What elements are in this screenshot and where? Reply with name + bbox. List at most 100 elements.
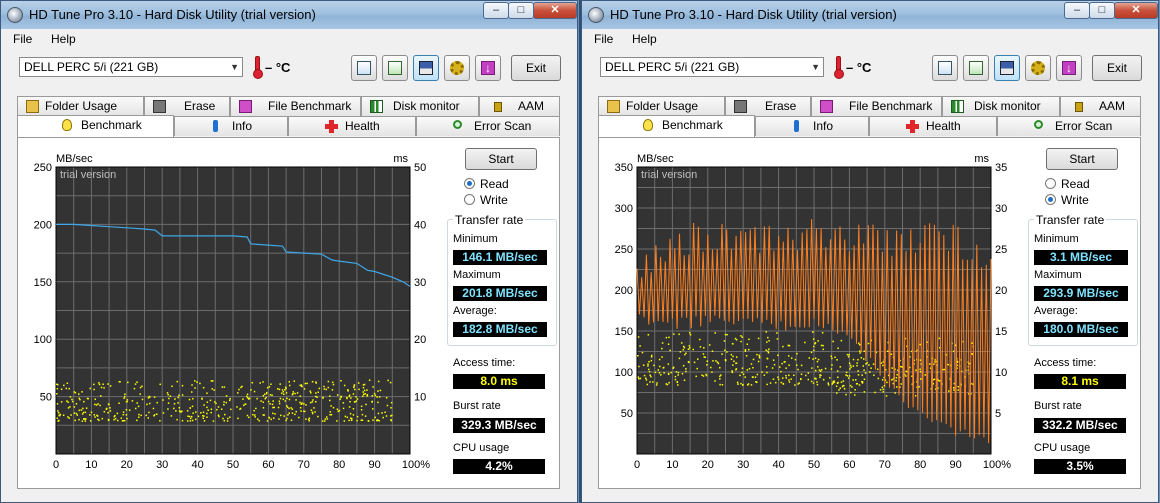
access-time-point — [73, 412, 76, 414]
cpu-usage-value: 3.5% — [1034, 459, 1126, 474]
tab-file-benchmark[interactable]: File Benchmark — [811, 96, 942, 116]
access-time-point — [785, 374, 787, 377]
menu-file[interactable]: File — [13, 32, 32, 46]
access-time-point — [78, 393, 80, 395]
access-time-point — [254, 414, 256, 416]
tab-health[interactable]: Health — [288, 116, 416, 136]
drive-select[interactable]: DELL PERC 5/i (221 GB) ▼ — [600, 57, 824, 77]
access-time-point — [364, 393, 366, 395]
menu-file[interactable]: File — [594, 32, 613, 46]
access-time-point — [685, 370, 687, 373]
access-time-point — [56, 383, 59, 386]
access-time-point — [817, 358, 820, 361]
tab-info[interactable]: Info — [174, 116, 288, 136]
access-time-point — [93, 383, 95, 386]
tab-label: AAM — [518, 99, 545, 113]
access-time-point — [298, 416, 300, 419]
copy-info-button[interactable] — [932, 55, 958, 81]
access-time-point — [188, 398, 191, 401]
options-button[interactable] — [444, 55, 470, 81]
access-time-point — [680, 342, 683, 344]
exit-button[interactable]: Exit — [1092, 55, 1142, 81]
start-button[interactable]: Start — [1046, 148, 1118, 170]
read-radio[interactable]: Read — [464, 177, 509, 191]
close-button[interactable]: ✕ — [533, 2, 577, 19]
tab-error-scan[interactable]: Error Scan — [997, 116, 1141, 136]
access-time-point — [677, 371, 680, 374]
tab-error-scan[interactable]: Error Scan — [416, 116, 560, 136]
close-button[interactable]: ✕ — [1114, 2, 1158, 19]
copy-all-button[interactable] — [963, 55, 989, 81]
tab-disk-monitor[interactable]: Disk monitor — [942, 96, 1060, 116]
access-time-point — [372, 419, 374, 421]
menu-help[interactable]: Help — [51, 32, 76, 46]
tab-erase[interactable]: Erase — [144, 96, 230, 116]
access-time-point — [650, 375, 652, 378]
access-time-point — [788, 345, 791, 347]
tab-aam[interactable]: AAM — [479, 96, 560, 116]
x-tick-label: 10 — [85, 459, 97, 471]
access-time-point — [89, 387, 91, 390]
tab-benchmark[interactable]: Benchmark — [598, 115, 755, 137]
access-time-point — [768, 339, 770, 342]
access-time-point — [836, 359, 838, 361]
tab-aam[interactable]: AAM — [1060, 96, 1141, 116]
start-button[interactable]: Start — [465, 148, 537, 170]
tab-disk-monitor[interactable]: Disk monitor — [361, 96, 479, 116]
tab-health[interactable]: Health — [869, 116, 997, 136]
access-time-point — [672, 366, 675, 369]
maximize-button[interactable]: □ — [1089, 2, 1115, 19]
save-screenshot-button[interactable] — [413, 55, 439, 81]
access-time-point — [255, 407, 257, 410]
write-radio[interactable]: Write — [464, 193, 508, 207]
tab-folder-usage[interactable]: Folder Usage — [17, 96, 144, 116]
tab-folder-usage[interactable]: Folder Usage — [598, 96, 725, 116]
read-radio[interactable]: Read — [1045, 177, 1090, 191]
burst-rate-value: 329.3 MB/sec — [453, 418, 545, 433]
tab-erase[interactable]: Erase — [725, 96, 811, 116]
drive-select[interactable]: DELL PERC 5/i (221 GB) ▼ — [19, 57, 243, 77]
y2-tick-label: 10 — [414, 392, 426, 404]
access-time-point — [794, 358, 797, 361]
access-time-point — [817, 366, 819, 368]
tab-benchmark[interactable]: Benchmark — [17, 115, 174, 137]
access-time-point — [710, 366, 712, 369]
x-tick-label: 80 — [333, 459, 345, 471]
access-time-point — [765, 366, 768, 368]
access-time-point — [790, 378, 792, 380]
access-time-point — [279, 383, 281, 385]
access-time-point — [845, 371, 848, 374]
tab-info[interactable]: Info — [755, 116, 869, 136]
access-time-point — [719, 383, 721, 386]
access-time-point — [213, 389, 215, 391]
update-button[interactable]: ↓ — [1056, 55, 1082, 81]
minimize-button[interactable]: – — [1064, 2, 1090, 19]
access-time-point — [716, 361, 719, 363]
down-arrow-icon: ↓ — [1062, 61, 1076, 75]
access-time-point — [661, 342, 664, 344]
title-bar[interactable]: HD Tune Pro 3.10 - Hard Disk Utility (tr… — [582, 1, 1158, 29]
access-time-point — [214, 401, 216, 403]
save-screenshot-button[interactable] — [994, 55, 1020, 81]
minimize-button[interactable]: – — [483, 2, 509, 19]
access-time-point — [186, 420, 189, 422]
x-tick-label: 100% — [983, 459, 1011, 471]
title-bar[interactable]: HD Tune Pro 3.10 - Hard Disk Utility (tr… — [1, 1, 577, 29]
access-time-point — [688, 345, 691, 347]
update-button[interactable]: ↓ — [475, 55, 501, 81]
access-time-point — [848, 375, 851, 377]
access-time-point — [68, 417, 70, 419]
copy-all-button[interactable] — [382, 55, 408, 81]
access-time-point — [324, 418, 327, 420]
access-time-label: Access time: — [453, 357, 516, 369]
exit-button[interactable]: Exit — [511, 55, 561, 81]
options-button[interactable] — [1025, 55, 1051, 81]
write-radio[interactable]: Write — [1045, 193, 1089, 207]
access-time-point — [652, 381, 654, 383]
copy-info-button[interactable] — [351, 55, 377, 81]
health-cross-icon — [906, 120, 919, 133]
maximize-button[interactable]: □ — [508, 2, 534, 19]
menu-help[interactable]: Help — [632, 32, 657, 46]
access-time-point — [881, 379, 884, 381]
tab-file-benchmark[interactable]: File Benchmark — [230, 96, 361, 116]
